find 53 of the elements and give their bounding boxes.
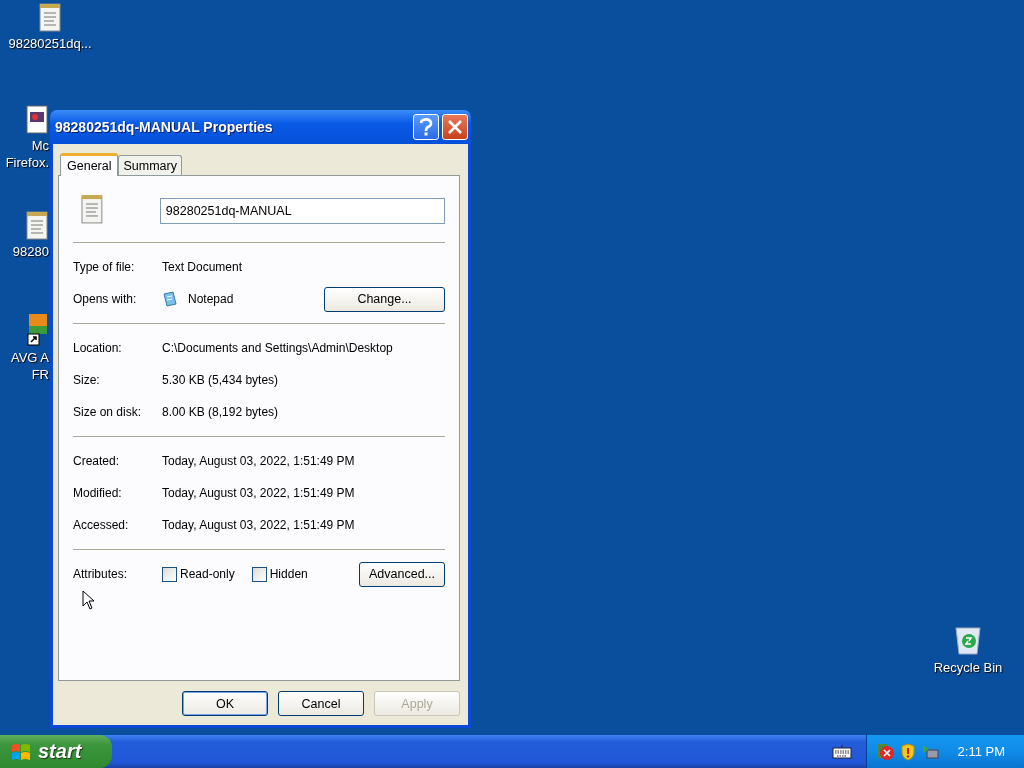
advanced-button[interactable]: Advanced... — [359, 561, 445, 587]
property-label: Created: — [73, 454, 121, 468]
change-button[interactable]: Change... — [324, 286, 445, 312]
property-label: Accessed: — [73, 518, 130, 532]
close-button[interactable] — [442, 114, 468, 140]
checkbox-label[interactable]: Read-only — [180, 567, 235, 581]
close-icon — [447, 119, 463, 135]
text-file-icon[interactable] — [25, 210, 49, 240]
icon-label[interactable]: Recycle Bin — [933, 659, 1003, 676]
property-label: Location: — [73, 341, 123, 355]
window-title: 98280251dq-MANUAL Properties — [55, 119, 273, 135]
start-button[interactable]: start — [0, 735, 112, 768]
property-value: 5.30 KB (5,434 bytes) — [162, 373, 279, 387]
keyboard-icon[interactable] — [832, 744, 852, 759]
property-value: 8.00 KB (8,192 bytes) — [162, 405, 279, 419]
web-page-icon[interactable] — [25, 104, 49, 134]
pointer-icon — [82, 590, 94, 610]
attributes-label: Attributes: — [73, 567, 129, 581]
recycle-bin-icon[interactable] — [953, 624, 983, 656]
shield-shortcut-icon[interactable] — [27, 312, 49, 346]
property-value: Today, August 03, 2022, 1:51:49 PM — [162, 518, 355, 532]
file-name-field[interactable]: 98280251dq-MANUAL — [159, 198, 445, 224]
property-value: Today, August 03, 2022, 1:51:49 PM — [162, 486, 355, 500]
text-file-icon[interactable] — [38, 2, 62, 32]
property-label: Modified: — [73, 486, 123, 500]
error-icon[interactable] — [877, 742, 895, 761]
property-value: Text Document — [162, 260, 243, 274]
icon-label[interactable]: 98280 — [12, 243, 49, 260]
icon-label[interactable]: Firefox. — [5, 154, 49, 171]
help-button[interactable] — [413, 114, 439, 140]
property-label: Size on disk: — [73, 405, 143, 419]
tab[interactable]: General — [60, 153, 119, 176]
question-mark-icon — [419, 118, 433, 136]
property-value: Notepad — [188, 292, 234, 306]
icon-label[interactable]: 98280251dq... — [8, 35, 92, 52]
icon-label[interactable]: FR — [31, 366, 49, 383]
checkbox[interactable] — [251, 566, 267, 582]
icon-label[interactable]: AVG A — [10, 349, 49, 366]
icon-label[interactable]: Mc — [31, 137, 49, 154]
clock: 2:11 PM — [957, 744, 1005, 759]
checkbox[interactable] — [162, 566, 177, 582]
dialog-button[interactable]: Cancel — [278, 691, 364, 716]
checkbox-label[interactable]: Hidden — [269, 567, 308, 581]
property-label: Size: — [73, 373, 101, 387]
text-file-icon — [80, 193, 104, 225]
property-label: Type of file: — [73, 260, 136, 274]
property-label: Opens with: — [73, 292, 138, 306]
property-value: C:\Documents and Settings\Admin\Desktop — [162, 341, 393, 355]
dialog-button[interactable]: OK — [182, 691, 268, 716]
property-value: Today, August 03, 2022, 1:51:49 PM — [162, 454, 355, 468]
windows-flag-icon — [10, 741, 32, 762]
tab[interactable]: Summary — [118, 155, 182, 175]
security-shield-icon[interactable] — [900, 742, 916, 761]
